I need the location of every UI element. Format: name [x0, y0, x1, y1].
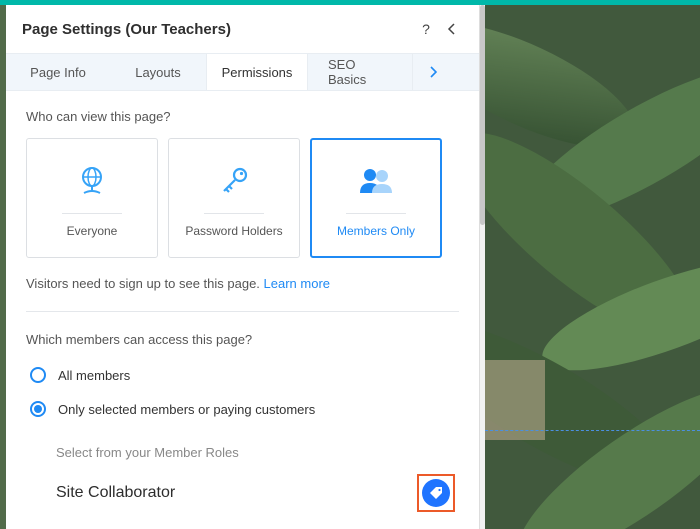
- notice-text: Visitors need to sign up to see this pag…: [26, 276, 264, 291]
- radio-unchecked-icon: [30, 367, 46, 383]
- scrollbar-thumb[interactable]: [480, 5, 485, 225]
- option-label: Password Holders: [185, 224, 282, 238]
- radio-label: Only selected members or paying customer…: [58, 402, 315, 417]
- tab-label: Layouts: [135, 65, 181, 80]
- tab-layouts[interactable]: Layouts: [110, 54, 206, 90]
- highlight-box: [417, 474, 455, 512]
- section-divider: [26, 311, 459, 312]
- page-settings-panel: Page Settings (Our Teachers) ? Page Info…: [6, 5, 480, 529]
- view-permission-label: Who can view this page?: [26, 109, 459, 124]
- page-preview-background: [485, 5, 700, 529]
- panel-title: Page Settings (Our Teachers): [22, 21, 413, 38]
- tag-icon: [429, 486, 444, 501]
- edit-role-button[interactable]: [422, 479, 450, 507]
- member-access-label: Which members can access this page?: [26, 332, 459, 347]
- member-roles-label: Select from your Member Roles: [56, 445, 459, 460]
- radio-checked-icon: [30, 401, 46, 417]
- option-label: Members Only: [337, 224, 415, 238]
- radio-all-members[interactable]: All members: [26, 361, 459, 395]
- panel-content: Who can view this page? Everyone: [6, 91, 479, 529]
- help-icon[interactable]: ?: [413, 16, 439, 42]
- members-icon: [354, 159, 398, 203]
- role-row: Site Collaborator: [56, 474, 459, 512]
- panel-header: Page Settings (Our Teachers) ?: [6, 5, 479, 53]
- view-permission-options: Everyone Password Holders: [26, 138, 459, 258]
- tab-label: Permissions: [222, 65, 293, 80]
- role-name: Site Collaborator: [56, 484, 175, 502]
- card-divider: [346, 213, 406, 214]
- globe-icon: [70, 159, 114, 203]
- option-everyone[interactable]: Everyone: [26, 138, 158, 258]
- signup-notice: Visitors need to sign up to see this pag…: [26, 276, 459, 291]
- option-members-only[interactable]: Members Only: [310, 138, 442, 258]
- card-divider: [204, 213, 264, 214]
- panel-scrollbar[interactable]: [480, 5, 485, 529]
- tab-label: Page Info: [30, 65, 86, 80]
- radio-selected-members[interactable]: Only selected members or paying customer…: [26, 395, 459, 429]
- key-icon: [212, 159, 256, 203]
- tab-label: SEO Basics: [328, 57, 392, 87]
- member-roles-section: Select from your Member Roles Site Colla…: [26, 445, 459, 512]
- tab-seo-basics[interactable]: SEO Basics: [308, 54, 412, 90]
- tab-permissions[interactable]: Permissions: [206, 54, 308, 90]
- option-label: Everyone: [67, 224, 118, 238]
- tab-page-info[interactable]: Page Info: [6, 54, 110, 90]
- back-chevron-icon[interactable]: [439, 16, 465, 42]
- learn-more-link[interactable]: Learn more: [264, 276, 330, 291]
- member-access-radios: All members Only selected members or pay…: [26, 361, 459, 429]
- card-divider: [62, 213, 122, 214]
- option-password-holders[interactable]: Password Holders: [168, 138, 300, 258]
- window-top-accent: [0, 0, 700, 5]
- tabs-scroll-right-icon[interactable]: [412, 54, 452, 90]
- section-boundary-dashed: [485, 430, 700, 431]
- settings-tabs: Page Info Layouts Permissions SEO Basics: [6, 53, 479, 91]
- radio-label: All members: [58, 368, 130, 383]
